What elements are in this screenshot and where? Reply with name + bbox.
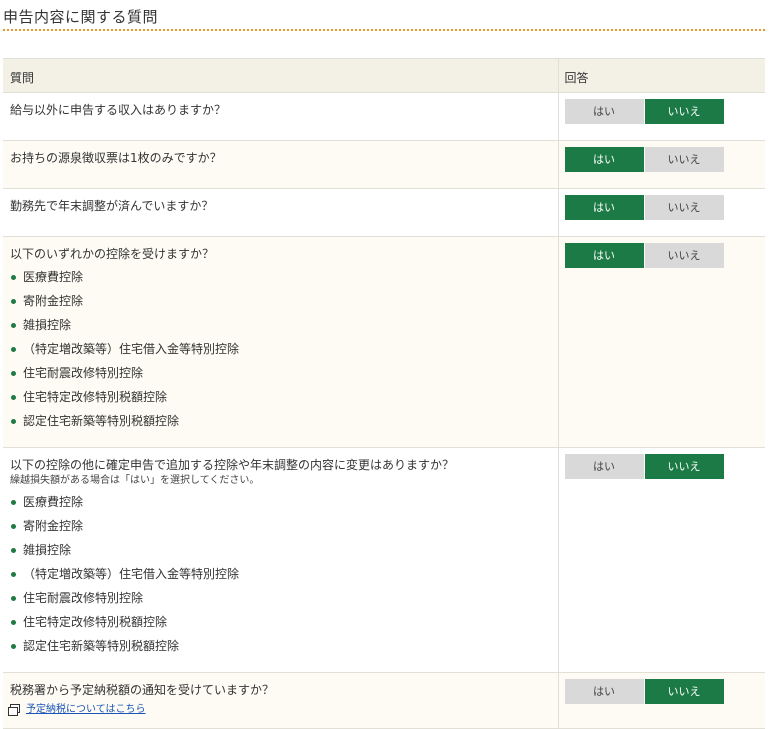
yes-button[interactable]: はい bbox=[564, 243, 644, 268]
yes-button[interactable]: はい bbox=[564, 454, 644, 479]
deduction-list: 医療費控除 寄附金控除 雑損控除 （特定増改築等）住宅借入金等特別控除 住宅耐震… bbox=[10, 494, 550, 662]
list-item: 認定住宅新築等特別税額控除 bbox=[10, 638, 550, 662]
yes-button[interactable]: はい bbox=[564, 147, 644, 172]
page-title: 申告内容に関する質問 bbox=[3, 8, 159, 26]
question-row-year-end-adjustment: 勤務先で年末調整が済んでいますか？ はい いいえ bbox=[3, 188, 765, 237]
column-header-answer: 回答 bbox=[557, 58, 765, 93]
list-item: 認定住宅新築等特別税額控除 bbox=[10, 413, 550, 437]
answer-toggle: はい いいえ bbox=[564, 195, 724, 220]
answer-toggle: はい いいえ bbox=[564, 454, 724, 479]
question-text: 以下のいずれかの控除を受けますか？ bbox=[10, 247, 215, 261]
list-item: 雑損控除 bbox=[10, 542, 550, 566]
question-row-additional-deductions: 以下の控除の他に確定申告で追加する控除や年末調整の内容に変更はありますか？ 繰越… bbox=[3, 447, 765, 673]
list-item: 寄附金控除 bbox=[10, 293, 550, 317]
declaration-questions-page: 申告内容に関する質問 質問 回答 給与以外に申告する収入はありますか？ はい い… bbox=[0, 0, 771, 729]
list-item: 住宅特定改修特別税額控除 bbox=[10, 389, 550, 413]
external-window-icon bbox=[8, 704, 20, 716]
answer-toggle: はい いいえ bbox=[564, 99, 724, 124]
answer-toggle: はい いいえ bbox=[564, 243, 724, 268]
list-item: 住宅耐震改修特別控除 bbox=[10, 365, 550, 389]
deduction-list: 医療費控除 寄附金控除 雑損控除 （特定増改築等）住宅借入金等特別控除 住宅耐震… bbox=[10, 269, 550, 437]
no-button[interactable]: いいえ bbox=[644, 147, 724, 172]
question-text: お持ちの源泉徴収票は1枚のみですか？ bbox=[10, 151, 222, 165]
question-text: 給与以外に申告する収入はありますか？ bbox=[10, 103, 227, 117]
question-note: 繰越損失額がある場合は「はい」を選択してください。 bbox=[10, 475, 260, 486]
list-item: 医療費控除 bbox=[10, 269, 550, 293]
no-button[interactable]: いいえ bbox=[644, 195, 724, 220]
list-item: （特定増改築等）住宅借入金等特別控除 bbox=[10, 341, 550, 365]
question-row-single-withholding-slip: お持ちの源泉徴収票は1枚のみですか？ はい いいえ bbox=[3, 140, 765, 189]
yes-button[interactable]: はい bbox=[564, 679, 644, 704]
answer-toggle: はい いいえ bbox=[564, 679, 724, 704]
questions-table: 質問 回答 給与以外に申告する収入はありますか？ はい いいえ お持ちの源泉徴収… bbox=[3, 58, 765, 729]
question-row-other-income: 給与以外に申告する収入はありますか？ はい いいえ bbox=[3, 92, 765, 141]
question-text: 以下の控除の他に確定申告で追加する控除や年末調整の内容に変更はありますか？ bbox=[10, 458, 455, 472]
column-header-question: 質問 bbox=[3, 58, 558, 93]
table-header-row: 質問 回答 bbox=[3, 58, 765, 93]
list-item: 住宅特定改修特別税額控除 bbox=[10, 614, 550, 638]
list-item: 雑損控除 bbox=[10, 317, 550, 341]
no-button[interactable]: いいえ bbox=[644, 99, 724, 124]
no-button[interactable]: いいえ bbox=[644, 243, 724, 268]
title-divider bbox=[3, 29, 765, 31]
question-text: 勤務先で年末調整が済んでいますか？ bbox=[10, 199, 214, 213]
question-row-prepaid-tax-notice: 税務署から予定納税額の通知を受けていますか？ 予定納税についてはこちら はい い… bbox=[3, 672, 765, 729]
list-item: 医療費控除 bbox=[10, 494, 550, 518]
list-item: 住宅耐震改修特別控除 bbox=[10, 590, 550, 614]
prepaid-tax-help-link[interactable]: 予定納税についてはこちら bbox=[26, 704, 146, 715]
question-text: 税務署から予定納税額の通知を受けていますか？ bbox=[10, 683, 275, 697]
no-button[interactable]: いいえ bbox=[644, 454, 724, 479]
question-row-deductions: 以下のいずれかの控除を受けますか？ 医療費控除 寄附金控除 雑損控除 （特定増改… bbox=[3, 236, 765, 448]
list-item: 寄附金控除 bbox=[10, 518, 550, 542]
list-item: （特定増改築等）住宅借入金等特別控除 bbox=[10, 566, 550, 590]
help-link-line: 予定納税についてはこちら bbox=[8, 703, 550, 717]
yes-button[interactable]: はい bbox=[564, 195, 644, 220]
no-button[interactable]: いいえ bbox=[644, 679, 724, 704]
yes-button[interactable]: はい bbox=[564, 99, 644, 124]
answer-toggle: はい いいえ bbox=[564, 147, 724, 172]
